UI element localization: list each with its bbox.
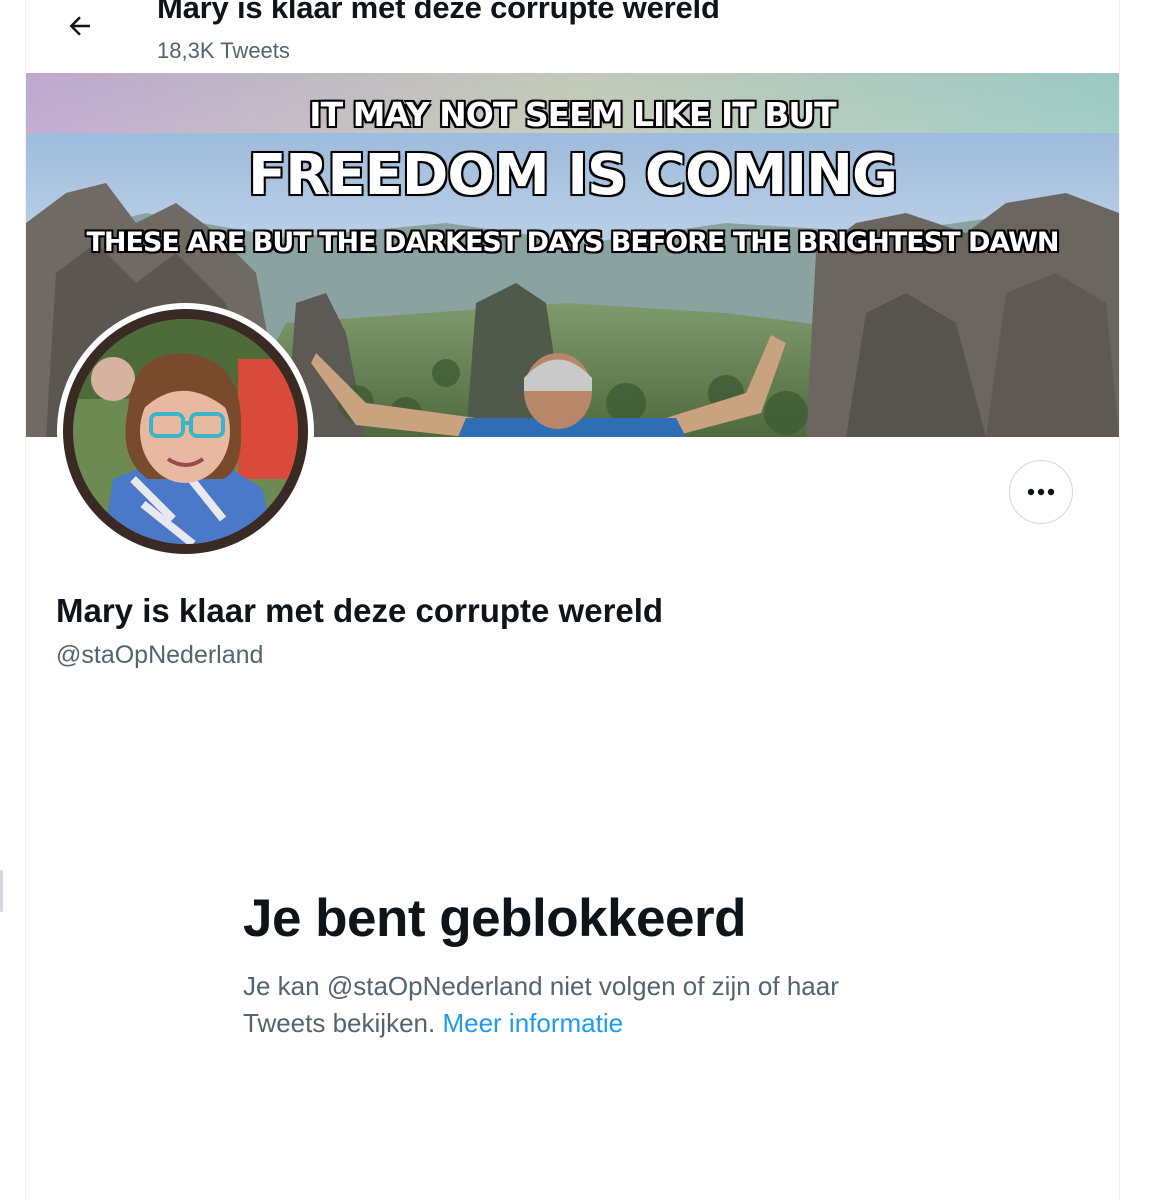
more-info-link[interactable]: Meer informatie xyxy=(442,1008,623,1038)
profile-name: Mary is klaar met deze corrupte wereld xyxy=(56,592,664,629)
banner-line-2: FREEDOM IS COMING xyxy=(248,143,898,208)
banner-line-3: THESE ARE BUT THE DARKEST DAYS BEFORE TH… xyxy=(86,227,1060,258)
more-options-button[interactable] xyxy=(1009,460,1073,524)
more-dots-icon xyxy=(1027,488,1055,496)
arrow-left-icon xyxy=(69,16,90,36)
edge-handle xyxy=(0,870,3,912)
blocked-title: Je bent geblokkeerd xyxy=(243,889,747,948)
tweet-count: 18,3K Tweets xyxy=(157,38,290,63)
avatar-photo xyxy=(73,319,298,544)
profile-page: Mary is klaar met deze corrupte wereld 1… xyxy=(0,0,1158,1200)
banner-line-1: IT MAY NOT SEEM LIKE IT BUT xyxy=(309,95,836,134)
back-button[interactable] xyxy=(58,4,102,48)
profile-handle: @staOpNederland xyxy=(56,641,264,669)
avatar[interactable] xyxy=(57,303,314,560)
header-title: Mary is klaar met deze corrupte wereld xyxy=(157,0,720,25)
main-column: Mary is klaar met deze corrupte wereld 1… xyxy=(25,0,1120,1200)
blocked-message-block: Je kan @staOpNederland niet volgen of zi… xyxy=(243,968,923,1042)
avatar-image xyxy=(63,309,308,554)
